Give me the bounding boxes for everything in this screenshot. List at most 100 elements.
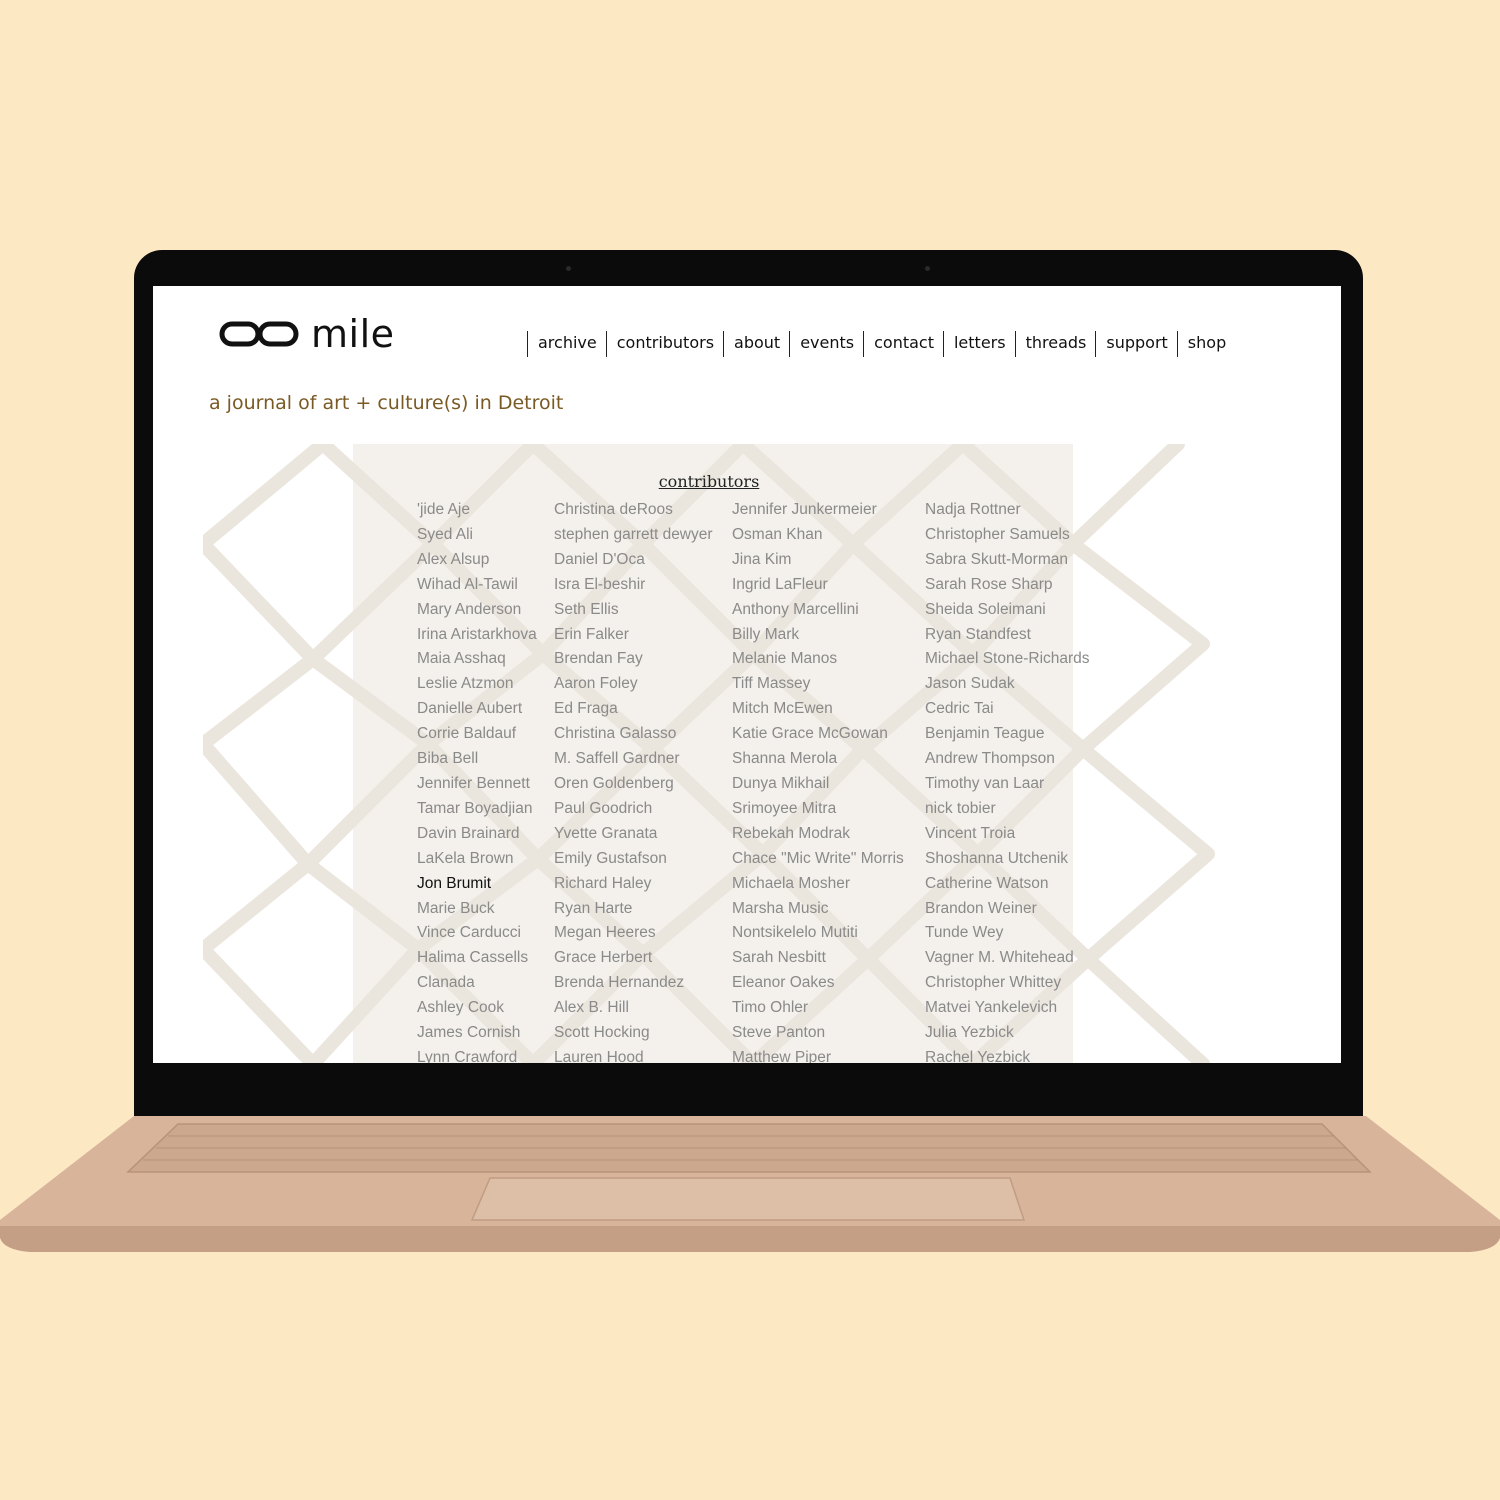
contributor-link[interactable]: Sabra Skutt-Morman: [925, 548, 1125, 573]
contributor-link[interactable]: Scott Hocking: [554, 1021, 732, 1046]
contributor-link[interactable]: Sarah Nesbitt: [732, 946, 925, 971]
contributor-link[interactable]: Julia Yezbick: [925, 1021, 1125, 1046]
nav-item-letters[interactable]: letters: [942, 331, 1015, 357]
contributor-link[interactable]: Syed Ali: [417, 523, 554, 548]
contributor-link[interactable]: Davin Brainard: [417, 822, 554, 847]
contributor-link[interactable]: Sarah Rose Sharp: [925, 573, 1125, 598]
contributor-link[interactable]: Aaron Foley: [554, 672, 732, 697]
contributor-link[interactable]: Steve Panton: [732, 1021, 925, 1046]
contributor-link[interactable]: Nontsikelelo Mutiti: [732, 921, 925, 946]
contributor-link[interactable]: Sheida Soleimani: [925, 598, 1125, 623]
contributor-link[interactable]: Catherine Watson: [925, 872, 1125, 897]
nav-item-shop[interactable]: shop: [1176, 331, 1235, 357]
contributor-link[interactable]: Brandon Weiner: [925, 897, 1125, 922]
contributor-link[interactable]: Ed Fraga: [554, 697, 732, 722]
nav-item-contributors[interactable]: contributors: [605, 331, 723, 357]
contributor-link[interactable]: Billy Mark: [732, 623, 925, 648]
contributor-link[interactable]: Christopher Whittey: [925, 971, 1125, 996]
nav-item-about[interactable]: about: [723, 331, 789, 357]
contributor-link[interactable]: Marie Buck: [417, 897, 554, 922]
contributor-link[interactable]: stephen garrett dewyer: [554, 523, 732, 548]
contributor-link[interactable]: Tiff Massey: [732, 672, 925, 697]
contributor-link[interactable]: Alex Alsup: [417, 548, 554, 573]
contributor-link[interactable]: Melanie Manos: [732, 647, 925, 672]
contributor-link[interactable]: Clanada: [417, 971, 554, 996]
contributor-link[interactable]: Rebekah Modrak: [732, 822, 925, 847]
contributor-link[interactable]: Mitch McEwen: [732, 697, 925, 722]
contributor-link[interactable]: Oren Goldenberg: [554, 772, 732, 797]
contributor-link[interactable]: Dunya Mikhail: [732, 772, 925, 797]
contributor-link[interactable]: Tamar Boyadjian: [417, 797, 554, 822]
contributor-link[interactable]: Lauren Hood: [554, 1046, 732, 1063]
contributor-link[interactable]: Halima Cassells: [417, 946, 554, 971]
contributor-link[interactable]: Shanna Merola: [732, 747, 925, 772]
contributor-link[interactable]: Yvette Granata: [554, 822, 732, 847]
contributor-link[interactable]: Wihad Al-Tawil: [417, 573, 554, 598]
nav-item-archive[interactable]: archive: [527, 331, 606, 357]
contributor-link[interactable]: LaKela Brown: [417, 847, 554, 872]
contributor-link[interactable]: Richard Haley: [554, 872, 732, 897]
contributor-link[interactable]: Cedric Tai: [925, 697, 1125, 722]
contributor-link[interactable]: Rachel Yezbick: [925, 1046, 1125, 1063]
contributor-link[interactable]: Matvei Yankelevich: [925, 996, 1125, 1021]
contributor-link[interactable]: Biba Bell: [417, 747, 554, 772]
contributor-link[interactable]: Michael Stone-Richards: [925, 647, 1125, 672]
contributor-link[interactable]: Jina Kim: [732, 548, 925, 573]
contributor-link[interactable]: Anthony Marcellini: [732, 598, 925, 623]
contributor-link[interactable]: Leslie Atzmon: [417, 672, 554, 697]
contributor-link[interactable]: Mary Anderson: [417, 598, 554, 623]
contributor-link[interactable]: Vince Carducci: [417, 921, 554, 946]
contributor-link[interactable]: Jon Brumit: [417, 872, 554, 897]
contributor-link[interactable]: Katie Grace McGowan: [732, 722, 925, 747]
contributor-link[interactable]: Ryan Standfest: [925, 623, 1125, 648]
contributor-link[interactable]: Nadja Rottner: [925, 498, 1125, 523]
contributor-link[interactable]: Erin Falker: [554, 623, 732, 648]
contributor-link[interactable]: Timo Ohler: [732, 996, 925, 1021]
contributor-link[interactable]: Lynn Crawford: [417, 1046, 554, 1063]
contributor-link[interactable]: M. Saffell Gardner: [554, 747, 732, 772]
contributor-link[interactable]: Paul Goodrich: [554, 797, 732, 822]
contributor-link[interactable]: Seth Ellis: [554, 598, 732, 623]
contributor-link[interactable]: Marsha Music: [732, 897, 925, 922]
contributor-link[interactable]: nick tobier: [925, 797, 1125, 822]
contributor-link[interactable]: Isra El-beshir: [554, 573, 732, 598]
contributor-link[interactable]: Jason Sudak: [925, 672, 1125, 697]
nav-item-contact[interactable]: contact: [863, 331, 943, 357]
contributor-link[interactable]: Brenda Hernandez: [554, 971, 732, 996]
contributor-link[interactable]: Andrew Thompson: [925, 747, 1125, 772]
contributor-link[interactable]: Maia Asshaq: [417, 647, 554, 672]
contributor-link[interactable]: Tunde Wey: [925, 921, 1125, 946]
contributor-link[interactable]: Daniel D'Oca: [554, 548, 732, 573]
nav-item-events[interactable]: events: [789, 331, 863, 357]
contributor-link[interactable]: Ingrid LaFleur: [732, 573, 925, 598]
contributor-link[interactable]: Vincent Troia: [925, 822, 1125, 847]
contributor-link[interactable]: Chace "Mic Write" Morris: [732, 847, 925, 872]
contributor-link[interactable]: Benjamin Teague: [925, 722, 1125, 747]
contributor-link[interactable]: Matthew Piper: [732, 1046, 925, 1063]
contributor-link[interactable]: Danielle Aubert: [417, 697, 554, 722]
contributor-link[interactable]: Ryan Harte: [554, 897, 732, 922]
contributor-link[interactable]: 'jide Aje: [417, 498, 554, 523]
contributor-link[interactable]: Timothy van Laar: [925, 772, 1125, 797]
contributor-link[interactable]: Christopher Samuels: [925, 523, 1125, 548]
nav-item-threads[interactable]: threads: [1014, 331, 1096, 357]
contributor-link[interactable]: Emily Gustafson: [554, 847, 732, 872]
contributor-link[interactable]: Vagner M. Whitehead: [925, 946, 1125, 971]
contributor-link[interactable]: Alex B. Hill: [554, 996, 732, 1021]
contributor-link[interactable]: Ashley Cook: [417, 996, 554, 1021]
contributor-link[interactable]: Christina deRoos: [554, 498, 732, 523]
nav-item-support[interactable]: support: [1095, 331, 1176, 357]
contributor-link[interactable]: Osman Khan: [732, 523, 925, 548]
contributor-link[interactable]: Christina Galasso: [554, 722, 732, 747]
contributor-link[interactable]: Megan Heeres: [554, 921, 732, 946]
site-logo[interactable]: mile: [219, 312, 395, 356]
contributor-link[interactable]: Srimoyee Mitra: [732, 797, 925, 822]
contributor-link[interactable]: Corrie Baldauf: [417, 722, 554, 747]
contributor-link[interactable]: Brendan Fay: [554, 647, 732, 672]
contributor-link[interactable]: Grace Herbert: [554, 946, 732, 971]
contributor-link[interactable]: Jennifer Junkermeier: [732, 498, 925, 523]
contributor-link[interactable]: Michaela Mosher: [732, 872, 925, 897]
contributor-link[interactable]: James Cornish: [417, 1021, 554, 1046]
contributor-link[interactable]: Jennifer Bennett: [417, 772, 554, 797]
contributor-link[interactable]: Eleanor Oakes: [732, 971, 925, 996]
